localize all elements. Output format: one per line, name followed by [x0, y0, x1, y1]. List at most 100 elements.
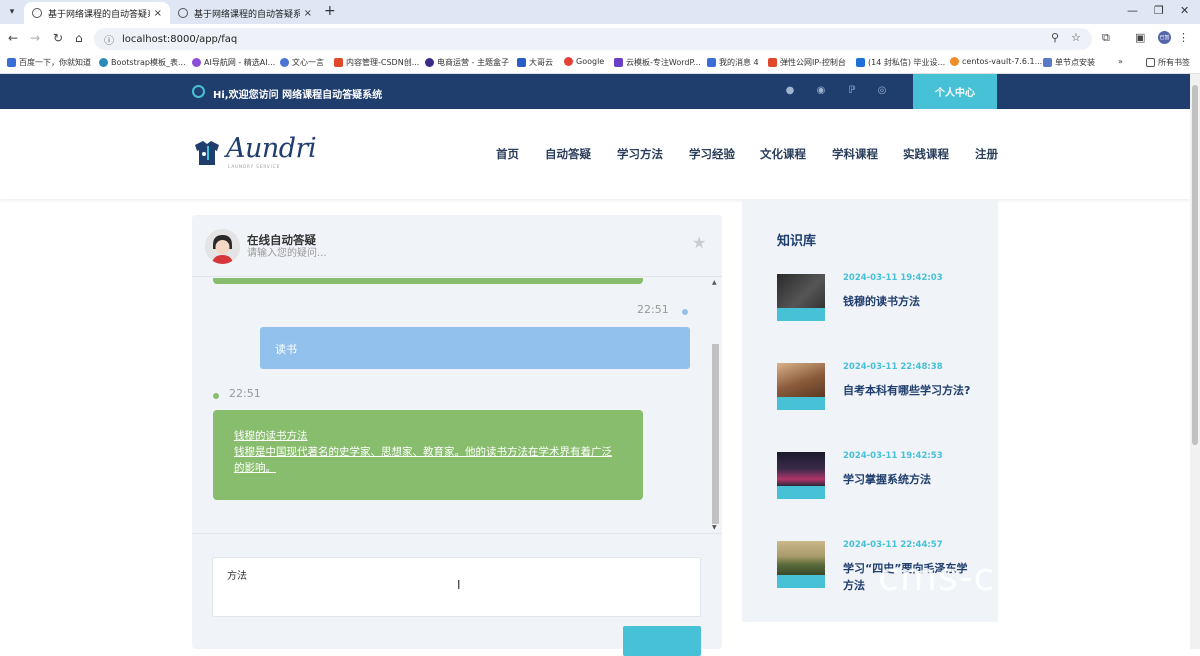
- chat-messages[interactable]: 22:51 读书 22:51 钱穆的读书方法 钱穆是中国现代著名的史学家、思想家…: [192, 278, 722, 533]
- site-info-icon[interactable]: ⓘ: [104, 32, 114, 47]
- knowledge-item[interactable]: 2024-03-11 19:42:53 学习掌握系统方法: [777, 451, 987, 512]
- user-status-dot: [682, 309, 688, 315]
- bot-answer-title[interactable]: 钱穆的读书方法: [234, 428, 622, 444]
- nav-study-methods[interactable]: 学习方法: [617, 146, 663, 162]
- question-input[interactable]: 方法 I: [212, 557, 701, 617]
- more-bookmarks-button[interactable]: »: [1118, 57, 1123, 66]
- new-tab-button[interactable]: +: [324, 3, 336, 19]
- bookmark-item[interactable]: 内容管理-CSDN创...: [334, 57, 419, 68]
- globe-icon: [178, 8, 188, 18]
- close-tab-icon[interactable]: ×: [154, 8, 162, 19]
- knowledge-item-title[interactable]: 自考本科有哪些学习方法?: [843, 382, 973, 399]
- browser-tab[interactable]: 基于网络课程的自动答疑系统 ×: [170, 2, 320, 24]
- logo-text[interactable]: Aundri: [226, 133, 317, 164]
- chat-input-area: 方法 I: [192, 533, 722, 656]
- tab-title: 基于网络课程的自动答疑系统: [48, 9, 150, 20]
- tab-search-icon[interactable]: ▾: [4, 4, 20, 20]
- zoom-icon[interactable]: ⚲: [1051, 31, 1059, 44]
- instagram-icon[interactable]: ◎: [876, 85, 888, 97]
- send-button[interactable]: [623, 626, 701, 656]
- browser-tab-active[interactable]: 基于网络课程的自动答疑系统 ×: [24, 2, 170, 24]
- bookmark-item[interactable]: AI导航网 - 精选AI...: [192, 57, 275, 68]
- bookmark-item[interactable]: Google: [564, 57, 604, 66]
- bookmark-item[interactable]: 文心一言: [280, 57, 324, 68]
- knowledge-thumbnail[interactable]: [777, 541, 825, 588]
- scroll-up-icon[interactable]: ▲: [712, 279, 717, 286]
- nav-register[interactable]: 注册: [975, 146, 998, 162]
- avatar: [205, 229, 240, 264]
- nav-practice-courses[interactable]: 实践课程: [903, 146, 949, 162]
- minimize-icon[interactable]: —: [1127, 4, 1138, 17]
- knowledge-date: 2024-03-11 22:48:38: [843, 362, 943, 372]
- chat-subtitle: 请输入您的疑问...: [247, 248, 327, 259]
- star-icon[interactable]: ★: [692, 233, 706, 252]
- home-icon[interactable]: ⌂: [75, 31, 83, 45]
- back-icon[interactable]: ←: [8, 31, 18, 45]
- bookmark-item[interactable]: centos-vault-7.6.1...: [950, 57, 1042, 66]
- knowledge-item-title[interactable]: 学习掌握系统方法: [843, 471, 973, 488]
- url-bar[interactable]: ⓘ localhost:8000/app/faq: [94, 28, 1092, 50]
- nav-home[interactable]: 首页: [496, 146, 519, 162]
- bookmark-item[interactable]: 电商运营 - 主题盒子: [425, 57, 509, 68]
- bot-answer-text[interactable]: 钱穆是中国现代著名的史学家、思想家、教育家。他的读书方法在学术界有着广泛的影响。: [234, 444, 622, 476]
- close-tab-icon[interactable]: ×: [304, 8, 312, 19]
- knowledge-item[interactable]: 2024-03-11 22:48:38 自考本科有哪些学习方法?: [777, 362, 987, 423]
- wechat-icon[interactable]: ◉: [815, 85, 827, 97]
- reload-icon[interactable]: ↻: [53, 31, 63, 45]
- maximize-icon[interactable]: ❐: [1154, 4, 1164, 17]
- chat-header: 在线自动答疑 请输入您的疑问... ★: [192, 215, 722, 277]
- bookmarks-bar: 百度一下，你就知道 Bootstrap模板_表... AI导航网 - 精选AI.…: [0, 54, 1200, 74]
- user-message-bubble: 读书: [260, 327, 690, 369]
- pinterest-icon[interactable]: ℙ: [846, 85, 858, 97]
- previous-bot-message: [213, 278, 643, 284]
- qq-icon[interactable]: ●: [784, 85, 796, 97]
- user-center-button[interactable]: 个人中心: [913, 74, 997, 109]
- extensions-icon[interactable]: ⧉: [1102, 31, 1110, 45]
- knowledge-thumbnail[interactable]: [777, 274, 825, 321]
- watermark-text: cms-c: [878, 555, 996, 599]
- bookmark-item[interactable]: 云模板-专注WordP...: [614, 57, 701, 68]
- bookmark-item[interactable]: 弹性公网IP-控制台: [768, 57, 846, 68]
- welcome-text: Hi,欢迎您访问 网络课程自动答疑系统: [213, 90, 383, 101]
- bookmark-item[interactable]: 我的消息 4: [707, 57, 759, 68]
- site-header: Aundri LAUNDRY SERVICE 首页 自动答疑 学习方法 学习经验…: [0, 109, 1190, 199]
- knowledge-thumbnail[interactable]: [777, 363, 825, 410]
- nav-study-experience[interactable]: 学习经验: [689, 146, 735, 162]
- menu-icon[interactable]: ⋮: [1178, 31, 1189, 44]
- bot-message-bubble: 钱穆的读书方法 钱穆是中国现代著名的史学家、思想家、教育家。他的读书方法在学术界…: [213, 410, 643, 500]
- page-scrollbar-thumb[interactable]: [1192, 85, 1198, 445]
- profile-avatar[interactable]: 已暂: [1158, 31, 1171, 44]
- knowledge-date: 2024-03-11 19:42:53: [843, 451, 943, 461]
- sidebar-icon[interactable]: ▣: [1135, 31, 1145, 44]
- user-message-text: 读书: [275, 343, 297, 356]
- address-toolbar: ← → ↻ ⌂ ⓘ localhost:8000/app/faq ⚲ ☆ ⧉ ▣…: [0, 24, 1200, 54]
- bookmark-star-icon[interactable]: ☆: [1071, 31, 1081, 44]
- globe-icon: [32, 8, 42, 18]
- tab-title: 基于网络课程的自动答疑系统: [194, 9, 300, 20]
- nav-auto-faq[interactable]: 自动答疑: [545, 146, 591, 162]
- url-text: localhost:8000/app/faq: [122, 33, 238, 45]
- bookmark-item[interactable]: (14 封私信) 毕业设...: [856, 57, 945, 68]
- logo-icon[interactable]: [193, 137, 221, 167]
- chat-panel: 在线自动答疑 请输入您的疑问... ★ 22:51 读书 22:51 钱穆的读书…: [192, 215, 722, 656]
- message-time: 22:51: [229, 387, 261, 400]
- knowledge-date: 2024-03-11 19:42:03: [843, 273, 943, 283]
- message-time: 22:51: [637, 303, 669, 316]
- nav-culture-courses[interactable]: 文化课程: [760, 146, 806, 162]
- chat-scrollbar-thumb[interactable]: [712, 344, 719, 524]
- bookmark-item[interactable]: 百度一下，你就知道: [7, 57, 91, 68]
- knowledge-item[interactable]: 2024-03-11 19:42:03 钱穆的读书方法: [777, 273, 987, 334]
- knowledge-item-title[interactable]: 钱穆的读书方法: [843, 293, 973, 310]
- all-bookmarks-button[interactable]: 所有书签: [1146, 57, 1190, 68]
- forward-icon[interactable]: →: [30, 31, 40, 45]
- close-window-icon[interactable]: ✕: [1180, 4, 1189, 17]
- nav-subject-courses[interactable]: 学科课程: [832, 146, 878, 162]
- scroll-down-icon[interactable]: ▼: [712, 524, 717, 531]
- bookmark-item[interactable]: 大哥云: [517, 57, 553, 68]
- site-topbar: Hi,欢迎您访问 网络课程自动答疑系统 ● ◉ ℙ ◎ 个人中心: [0, 74, 1190, 109]
- bookmark-item[interactable]: 单节点安装: [1043, 57, 1095, 68]
- text-cursor-icon: I: [457, 578, 461, 592]
- knowledge-thumbnail[interactable]: [777, 452, 825, 499]
- logo-subtitle: LAUNDRY SERVICE: [228, 164, 281, 169]
- bookmark-item[interactable]: Bootstrap模板_表...: [99, 57, 186, 68]
